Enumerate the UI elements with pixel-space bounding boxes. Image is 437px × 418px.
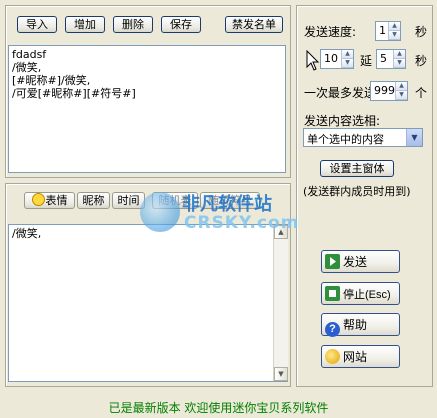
speed-down-icon[interactable]: ▼ — [389, 31, 400, 40]
speed-value: 1 — [379, 24, 386, 37]
stop-button[interactable]: 停止(Esc) — [321, 282, 400, 305]
delay-to-value: 5 — [380, 52, 387, 65]
batch-up-icon[interactable]: ▲ — [396, 82, 407, 91]
delay-to-stepper[interactable]: 5 ▲ ▼ — [376, 49, 406, 69]
watermark-en: CRSKY.com — [184, 213, 300, 233]
ban-list-button[interactable]: 禁发名单 — [225, 16, 283, 33]
content-option-label: 发送内容选相: — [304, 114, 381, 128]
delay-from-value: 10 — [324, 52, 338, 65]
help-icon: ? — [325, 322, 340, 337]
import-button[interactable]: 导入 — [17, 16, 57, 33]
batch-label: 一次最多发送 — [304, 86, 377, 100]
website-label: 网站 — [343, 350, 368, 364]
content-option-select[interactable]: 单个选中的内容 ▼ — [303, 128, 423, 147]
set-main-window-button[interactable]: 设置主窗体 — [320, 160, 394, 177]
play-icon — [325, 254, 340, 269]
globe-icon — [325, 349, 340, 364]
scroll-down-icon[interactable]: ▼ — [274, 367, 288, 381]
website-button[interactable]: 网站 — [321, 345, 400, 368]
smiley-icon — [31, 193, 45, 206]
nickname-button[interactable]: 昵称 — [77, 192, 110, 209]
message-list-textarea[interactable]: fdadsf /微笑, [#昵称#]/微笑, /可爱[#昵称#][#符号#] — [8, 45, 286, 173]
batch-stepper[interactable]: 999 ▲ ▼ — [370, 81, 408, 101]
speed-stepper[interactable]: 1 ▲ ▼ — [375, 21, 401, 41]
delete-button[interactable]: 删除 — [113, 16, 153, 33]
send-button[interactable]: 发送 — [321, 250, 400, 273]
send-label: 发送 — [343, 255, 368, 269]
speed-unit: 秒 — [415, 25, 428, 39]
delay-to-up-icon[interactable]: ▲ — [394, 50, 405, 59]
current-message-textarea[interactable]: /微笑, — [8, 224, 288, 382]
status-text: 已是最新版本 欢迎使用迷你宝贝系列软件 — [108, 401, 329, 415]
chevron-down-icon[interactable]: ▼ — [406, 129, 422, 146]
batch-value: 999 — [374, 84, 395, 97]
hint-text: (发送群内成员时用到) — [303, 185, 411, 198]
emoticon-label: 表情 — [45, 194, 68, 207]
stop-icon — [325, 286, 340, 301]
save-button[interactable]: 保存 — [161, 16, 201, 33]
message-scrollbar[interactable]: ▲ ▼ — [273, 225, 288, 381]
delay-label: 延 — [360, 54, 373, 68]
delay-to-down-icon[interactable]: ▼ — [394, 59, 405, 68]
content-option-value: 单个选中的内容 — [307, 133, 384, 146]
speed-up-icon[interactable]: ▲ — [389, 22, 400, 31]
help-label: 帮助 — [343, 318, 368, 332]
delay-from-down-icon[interactable]: ▼ — [342, 59, 353, 68]
stop-label: 停止(Esc) — [343, 289, 391, 301]
watermark-logo: 非凡软件站 CRSKY.com — [140, 188, 300, 240]
batch-down-icon[interactable]: ▼ — [396, 91, 407, 100]
delay-unit: 秒 — [415, 54, 428, 68]
mouse-cursor-icon — [306, 50, 320, 71]
watermark-emblem — [140, 192, 180, 232]
delay-from-up-icon[interactable]: ▲ — [342, 50, 353, 59]
delay-from-stepper[interactable]: 10 ▲ ▼ — [320, 49, 354, 69]
batch-unit: 个 — [415, 86, 428, 100]
speed-label: 发送速度: — [304, 25, 357, 39]
emoticon-button[interactable]: 表情 — [24, 192, 75, 209]
add-button[interactable]: 增加 — [65, 16, 105, 33]
help-button[interactable]: ? 帮助 — [321, 313, 400, 337]
